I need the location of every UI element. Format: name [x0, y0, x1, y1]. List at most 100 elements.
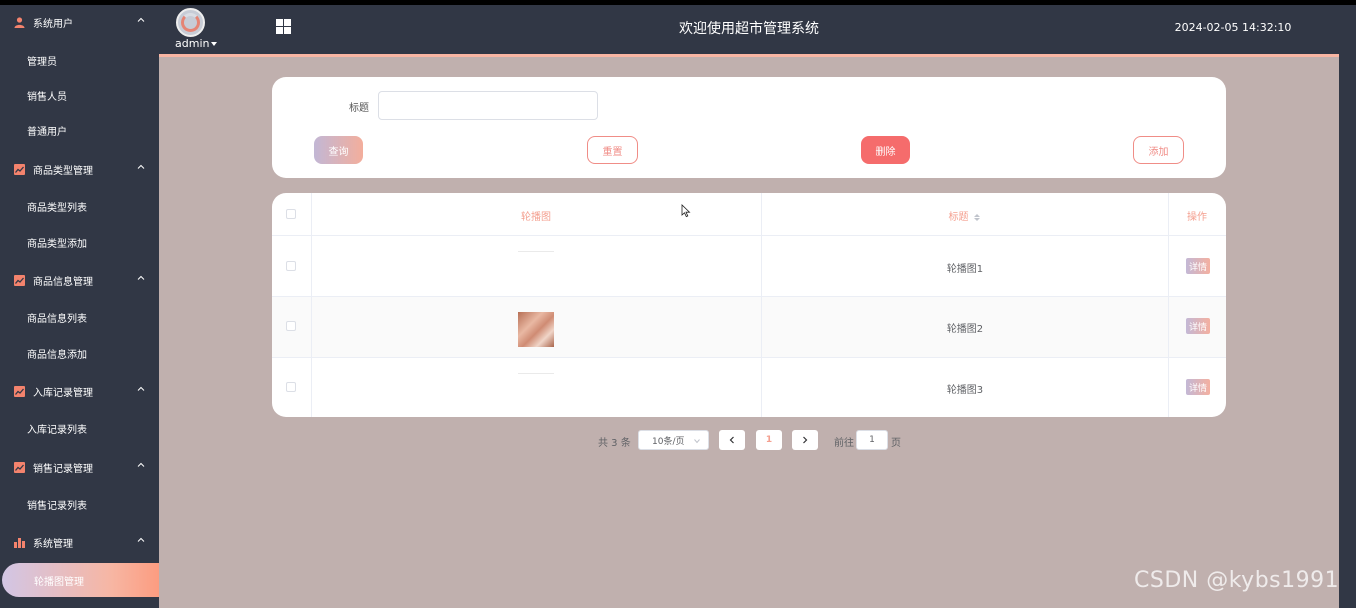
column-header-actions: 操作 — [1187, 212, 1207, 223]
sidebar-item-regular-users[interactable]: 普通用户 — [0, 113, 159, 147]
sidebar-item-salespeople[interactable]: 销售人员 — [0, 78, 159, 112]
delete-button[interactable]: 删除 — [861, 136, 910, 164]
page-size-value: 10条/页 — [652, 436, 685, 447]
chevron-up-icon — [137, 386, 145, 391]
datetime-display: 2024-02-05 14:32:10 — [1174, 21, 1292, 34]
sidebar-item-admins[interactable]: 管理员 — [0, 43, 159, 77]
column-header-label: 标题 — [948, 212, 969, 223]
sidebar-item-label: 商品类型列表 — [27, 202, 87, 214]
sidebar-group-label: 系统用户 — [33, 18, 73, 30]
sidebar-group-label: 系统管理 — [33, 538, 73, 550]
sidebar-group-product-types[interactable]: 商品类型管理 — [0, 152, 159, 186]
title-search-input[interactable] — [378, 91, 598, 120]
detail-button[interactable]: 详情 — [1186, 258, 1210, 274]
mouse-cursor-icon — [681, 204, 691, 218]
row-title: 轮播图3 — [946, 385, 984, 396]
row-title: 轮播图2 — [946, 324, 984, 335]
sidebar-item-label: 销售记录列表 — [27, 500, 87, 512]
row-divider — [272, 296, 1226, 297]
select-all-checkbox[interactable] — [286, 209, 296, 219]
carousel-image-placeholder — [518, 251, 554, 252]
sidebar-group-stock-in[interactable]: 入库记录管理 — [0, 374, 159, 408]
right-edge — [1339, 54, 1356, 608]
sidebar-group-label: 销售记录管理 — [33, 463, 93, 475]
carousel-image-thumbnail — [518, 312, 554, 347]
chevron-up-icon — [137, 164, 145, 169]
user-icon — [14, 16, 25, 28]
sidebar-item-label: 商品信息列表 — [27, 313, 87, 325]
column-divider — [311, 193, 312, 417]
carousel-table — [272, 193, 1226, 417]
sidebar-item-label: 管理员 — [27, 56, 57, 68]
bar-chart-icon — [14, 537, 25, 548]
reset-button[interactable]: 重置 — [587, 136, 638, 164]
app-title: 欢迎使用超市管理系统 — [679, 21, 819, 37]
column-divider — [761, 193, 762, 417]
sidebar-item-product-info-add[interactable]: 商品信息添加 — [0, 336, 159, 370]
add-button[interactable]: 添加 — [1133, 136, 1184, 164]
sidebar-group-label: 商品类型管理 — [33, 165, 93, 177]
chevron-down-icon — [694, 439, 700, 444]
watermark: CSDN @kybs1991 — [1134, 568, 1340, 593]
chart-icon — [14, 274, 25, 286]
sidebar-item-sales-list[interactable]: 销售记录列表 — [0, 487, 159, 521]
sidebar-item-stock-in-list[interactable]: 入库记录列表 — [0, 411, 159, 445]
chevron-up-icon — [137, 17, 145, 22]
sidebar-item-carousel-management[interactable]: 轮播图管理 — [2, 563, 159, 597]
sidebar-group-system-admin[interactable]: 系统管理 — [0, 525, 159, 559]
page-number-button[interactable]: 1 — [756, 430, 782, 450]
user-menu[interactable]: admin — [175, 37, 218, 50]
column-header-title[interactable]: 标题 — [922, 208, 1006, 223]
chart-icon — [14, 461, 25, 473]
carousel-image-placeholder — [518, 373, 554, 374]
sidebar-item-label: 商品信息添加 — [27, 349, 87, 361]
sidebar-item-label: 普通用户 — [27, 126, 67, 138]
title-filter-label: 标题 — [349, 103, 369, 114]
table-row-striped-bg — [272, 296, 1226, 357]
goto-page-input[interactable]: 1 — [856, 430, 888, 450]
chevron-up-icon — [137, 537, 145, 542]
chart-icon — [14, 163, 25, 175]
goto-label: 前往 — [834, 438, 854, 449]
chevron-right-icon — [803, 436, 808, 444]
row-checkbox[interactable] — [286, 261, 296, 271]
detail-button[interactable]: 详情 — [1186, 379, 1210, 395]
column-divider — [1168, 193, 1169, 417]
row-checkbox[interactable] — [286, 382, 296, 392]
sidebar-group-label: 商品信息管理 — [33, 276, 93, 288]
row-checkbox[interactable] — [286, 321, 296, 331]
page-size-select[interactable]: 10条/页 — [638, 430, 709, 450]
chevron-up-icon — [137, 275, 145, 280]
column-header-carousel: 轮播图 — [521, 212, 551, 223]
next-page-button[interactable] — [792, 430, 818, 450]
sidebar-item-product-info-list[interactable]: 商品信息列表 — [0, 300, 159, 334]
row-title: 轮播图1 — [946, 264, 984, 275]
detail-button[interactable]: 详情 — [1186, 318, 1210, 334]
sidebar-group-sales[interactable]: 销售记录管理 — [0, 450, 159, 484]
sort-icon[interactable] — [973, 213, 980, 221]
sidebar-item-product-type-list[interactable]: 商品类型列表 — [0, 189, 159, 223]
row-divider — [272, 357, 1226, 358]
sidebar-group-label: 入库记录管理 — [33, 387, 93, 399]
chevron-left-icon — [729, 436, 734, 444]
caret-down-icon — [211, 42, 218, 46]
avatar[interactable] — [176, 8, 205, 37]
chevron-up-icon — [137, 462, 145, 467]
sidebar-item-product-type-add[interactable]: 商品类型添加 — [0, 225, 159, 259]
sidebar-item-label: 销售人员 — [27, 91, 67, 103]
app-root: admin 欢迎使用超市管理系统 2024-02-05 14:32:10 系统用… — [0, 0, 1356, 608]
sidebar: 系统用户 管理员 销售人员 普通用户 商品类型管理 商品类型列表 商品类型添加 … — [0, 5, 159, 608]
sidebar-item-label: 入库记录列表 — [27, 424, 87, 436]
chart-icon — [14, 385, 25, 397]
sidebar-item-label: 轮播图管理 — [34, 576, 84, 588]
username-label: admin — [175, 37, 210, 50]
prev-page-button[interactable] — [719, 430, 745, 450]
sidebar-group-product-info[interactable]: 商品信息管理 — [0, 263, 159, 297]
header-accent-line — [159, 54, 1339, 57]
pagination-total: 共 3 条 — [598, 438, 631, 449]
avatar-image — [181, 13, 200, 32]
sidebar-group-system-users[interactable]: 系统用户 — [0, 5, 159, 39]
page-suffix-label: 页 — [891, 438, 901, 449]
query-button[interactable]: 查询 — [314, 136, 363, 164]
grid-menu-icon[interactable] — [276, 19, 291, 34]
